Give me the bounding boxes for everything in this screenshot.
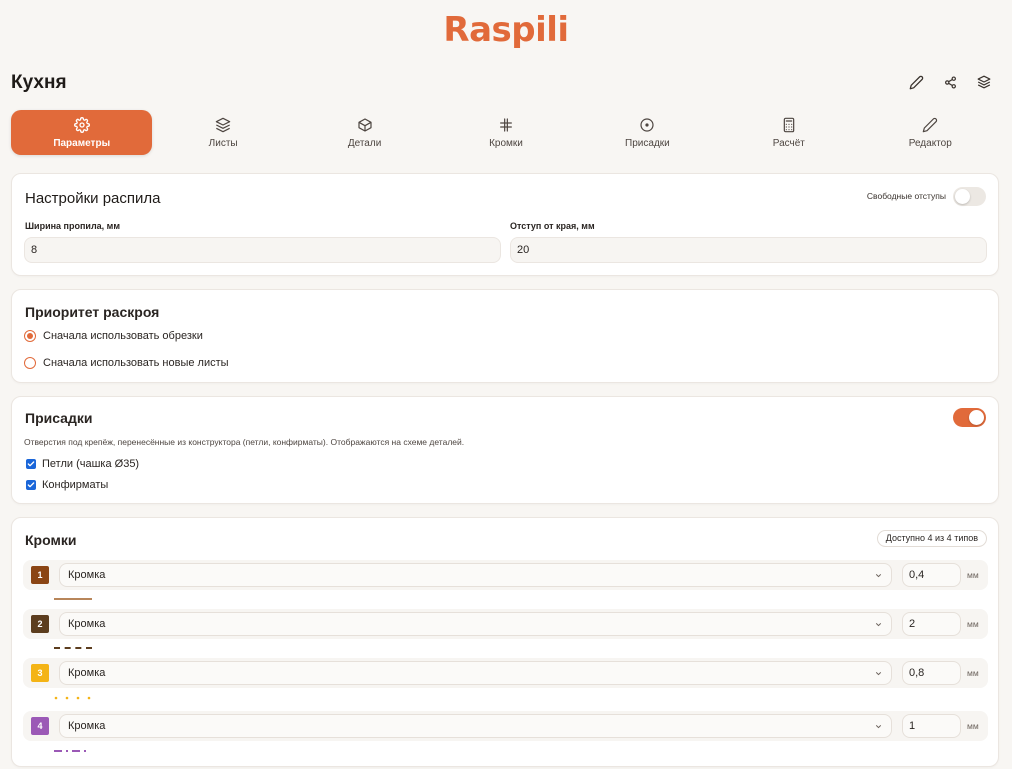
kerf-label: Ширина пропила, мм [25,221,120,231]
edges-title: Кромки [25,532,77,548]
tab-edges[interactable]: Кромки [435,110,576,155]
priority-option-offcuts[interactable]: Сначала использовать обрезки [24,330,203,342]
radio-selected[interactable] [24,330,36,342]
edge-row: 2 Кромка 2 мм [23,609,988,639]
edge-type-select[interactable]: Кромка [59,563,892,587]
share-icon [944,75,956,89]
tab-parameters[interactable]: Параметры [11,110,153,155]
drilling-title: Присадки [25,410,93,426]
check-icon [27,461,35,467]
project-actions [902,70,998,94]
edge-line-preview-dashed [54,647,92,649]
chevron-down-icon [875,725,882,729]
edge-line-preview-dashdot [54,750,86,752]
tab-details[interactable]: Детали [294,110,435,155]
edge-thickness-input[interactable]: 1 [902,714,961,738]
checkbox-confirmats[interactable]: Конфирматы [26,479,108,491]
edges-card: Кромки Доступно 4 из 4 типов 1 Кромка 0,… [11,517,999,767]
share-project-button[interactable] [936,70,964,94]
cut-priority-title: Приоритет раскроя [25,304,160,320]
page-title: Кухня [11,72,67,93]
edge-line-preview-solid [54,598,92,600]
tab-label: Кромки [489,137,523,149]
app-logo[interactable]: Raspili [0,10,1012,50]
tab-label: Присадки [625,137,670,149]
edge-type-value: Кромка [68,569,106,581]
edge-type-select[interactable]: Кромка [59,612,892,636]
edge-type-select[interactable]: Кромка [59,714,892,738]
check-icon [27,482,35,488]
saw-settings-title: Настройки распила [25,190,161,207]
tab-sheets[interactable]: Листы [152,110,293,155]
logo-text: Raspili [443,10,569,50]
drilling-description: Отверстия под крепёж, перенесённые из ко… [24,437,465,447]
unit-label: мм [967,721,979,731]
tab-label: Редактор [908,137,952,149]
tab-calculation[interactable]: Расчёт [718,110,859,155]
checkbox-checked[interactable] [26,480,36,490]
tab-drilling[interactable]: Присадки [577,110,718,155]
free-margins-toggle[interactable] [953,187,986,206]
hash-icon [500,117,512,132]
edge-row: 3 Кромка 0,8 мм [23,658,988,688]
kerf-input[interactable]: 8 [24,237,501,263]
unit-label: мм [967,668,979,678]
gear-icon [73,116,90,133]
unit-label: мм [967,619,979,629]
calculator-icon [783,117,795,132]
saw-settings-card: Настройки распила Свободные отступы Шири… [11,173,999,276]
edge-color-swatch[interactable]: 1 [31,566,49,584]
chevron-down-icon [875,672,882,676]
cut-priority-card: Приоритет раскроя Сначала использовать о… [11,289,999,383]
edge-offset-label: Отступ от края, мм [510,221,595,231]
pencil-icon [922,117,938,132]
edge-thickness-input[interactable]: 0,4 [902,563,961,587]
drilling-card: Присадки Отверстия под крепёж, перенесён… [11,396,999,504]
edge-offset-input[interactable]: 20 [510,237,987,263]
chevron-down-icon [875,574,882,578]
tab-label: Детали [347,137,382,149]
checkbox-hinges[interactable]: Петли (чашка Ø35) [26,458,139,470]
tab-editor[interactable]: Редактор [860,110,1001,155]
edit-icon [909,75,923,89]
availability-badge: Доступно 4 из 4 типов [876,530,987,547]
edge-type-select[interactable]: Кромка [59,661,892,685]
layers-icon [215,117,231,132]
target-icon [640,117,654,132]
unit-label: мм [967,570,979,580]
main-tabs: Параметры Листы Детали Кромки Присадки Р… [11,110,1001,155]
edge-type-value: Кромка [68,720,106,732]
checkbox-label: Конфирматы [42,479,109,491]
toggle-knob [955,189,970,204]
tab-label: Листы [208,137,238,149]
toggle-knob [969,410,984,425]
edge-thickness-input[interactable]: 2 [902,612,961,636]
tab-label: Расчёт [772,137,805,149]
layers-icon [977,75,991,89]
edit-project-button[interactable] [902,70,930,94]
priority-option-label: Сначала использовать обрезки [43,330,203,342]
drilling-toggle[interactable] [953,408,986,427]
edge-thickness-input[interactable]: 0,8 [902,661,961,685]
priority-option-label: Сначала использовать новые листы [43,357,229,369]
edge-line-preview-dotted [54,696,91,700]
edge-color-swatch[interactable]: 4 [31,717,49,735]
checkbox-label: Петли (чашка Ø35) [42,458,140,470]
radio-unselected[interactable] [24,357,36,369]
edge-color-swatch[interactable]: 2 [31,615,49,633]
tab-label: Параметры [53,137,111,149]
layers-button[interactable] [970,70,998,94]
priority-option-new-sheets[interactable]: Сначала использовать новые листы [24,357,229,369]
edge-row: 4 Кромка 1 мм [23,711,988,741]
cube-icon [357,117,372,132]
edge-color-swatch[interactable]: 3 [31,664,49,682]
edge-row: 1 Кромка 0,4 мм [23,560,988,590]
chevron-down-icon [875,623,882,627]
edge-type-value: Кромка [68,667,106,679]
checkbox-checked[interactable] [26,459,36,469]
edge-type-value: Кромка [68,618,106,630]
free-margins-label: Свободные отступы [866,191,946,201]
